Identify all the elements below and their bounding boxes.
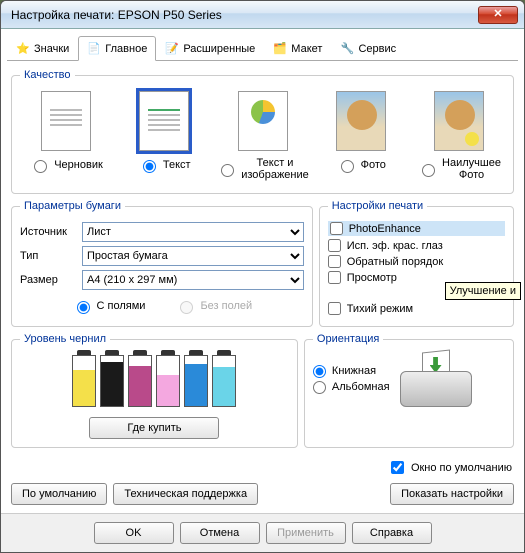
quality-text-image[interactable]: Текст и изображение	[223, 91, 303, 181]
portrait-label: Книжная	[332, 365, 376, 377]
margins-off-label: Без полей	[200, 300, 252, 312]
window-title: Настройка печати: EPSON P50 Series	[7, 8, 478, 22]
ink-yellow	[72, 355, 96, 407]
defaults-button[interactable]: По умолчанию	[11, 483, 107, 505]
default-window-checkbox[interactable]	[391, 461, 404, 474]
print-settings-legend: Настройки печати	[328, 200, 428, 212]
ink-legend: Уровень чернил	[20, 333, 110, 345]
gear-page-icon: 📝	[165, 42, 179, 56]
tab-label: Сервис	[358, 43, 396, 55]
tab-label: Значки	[34, 43, 69, 55]
quality-legend: Качество	[20, 69, 75, 81]
paper-group: Параметры бумаги Источник Лист Тип Прост…	[11, 200, 313, 327]
paper-legend: Параметры бумаги	[20, 200, 125, 212]
landscape-label: Альбомная	[332, 381, 390, 393]
ink-light-cyan	[212, 355, 236, 407]
print-settings-group: Настройки печати PhotoEnhance Исп. эф. к…	[319, 200, 514, 327]
ink-black	[100, 355, 124, 407]
wrench-icon: 🔧	[340, 42, 354, 56]
quality-label: Фото	[361, 159, 386, 171]
quality-text-image-radio[interactable]	[221, 164, 234, 177]
tab-label: Главное	[105, 43, 147, 55]
landscape-radio[interactable]	[313, 381, 326, 394]
portrait-radio[interactable]	[313, 365, 326, 378]
quiet-label: Тихий режим	[347, 303, 413, 315]
size-label: Размер	[20, 274, 76, 286]
quality-photo-radio[interactable]	[341, 160, 354, 173]
margins-on-radio[interactable]	[77, 301, 90, 314]
quality-draft-radio[interactable]	[34, 160, 47, 173]
reverse-checkbox[interactable]	[328, 255, 341, 268]
show-settings-button[interactable]: Показать настройки	[390, 483, 514, 505]
dialog-buttons: OK Отмена Применить Справка	[1, 513, 524, 552]
photo-thumb-icon	[336, 91, 386, 151]
support-button[interactable]: Техническая поддержка	[113, 483, 258, 505]
ink-light-magenta	[156, 355, 180, 407]
quality-label: Наилучшее Фото	[442, 157, 501, 181]
type-select[interactable]: Простая бумага	[82, 246, 304, 266]
size-select[interactable]: A4 (210 x 297 мм)	[82, 270, 304, 290]
preview-label: Просмотр	[347, 272, 397, 284]
photoenhance-label: PhotoEnhance	[349, 223, 421, 235]
tab-service[interactable]: 🔧 Сервис	[331, 36, 405, 61]
ink-cyan	[184, 355, 208, 407]
ink-magenta	[128, 355, 152, 407]
tab-label: Макет	[291, 43, 322, 55]
quiet-checkbox[interactable]	[328, 302, 341, 315]
tab-layout[interactable]: 🗂️ Макет	[264, 36, 331, 61]
quality-draft[interactable]: Черновик	[26, 91, 106, 173]
orientation-group: Ориентация Книжная Альбомная	[304, 333, 514, 448]
quality-best-photo-radio[interactable]	[422, 164, 435, 177]
orientation-legend: Ориентация	[313, 333, 383, 345]
quality-text-radio[interactable]	[143, 160, 156, 173]
tooltip: Улучшение и	[445, 282, 521, 300]
print-settings-window: Настройка печати: EPSON P50 Series ✕ ⭐ Зн…	[0, 0, 525, 553]
preview-checkbox[interactable]	[328, 271, 341, 284]
tab-content: Качество Черновик Текст Текст и изображе…	[1, 61, 524, 513]
tab-icons[interactable]: ⭐ Значки	[7, 36, 78, 61]
tab-main[interactable]: 📄 Главное	[78, 36, 156, 61]
star-icon: ⭐	[16, 42, 30, 56]
quality-group: Качество Черновик Текст Текст и изображе…	[11, 69, 514, 194]
quality-label: Текст и изображение	[241, 157, 309, 181]
source-label: Источник	[20, 226, 76, 238]
tab-advanced[interactable]: 📝 Расширенные	[156, 36, 264, 61]
ink-group: Уровень чернил Где купить	[11, 333, 298, 448]
source-select[interactable]: Лист	[82, 222, 304, 242]
tab-strip: ⭐ Значки 📄 Главное 📝 Расширенные 🗂️ Макет 🔧 С…	[7, 35, 518, 61]
reverse-label: Обратный порядок	[347, 256, 443, 268]
photoenhance-checkbox[interactable]	[330, 222, 343, 235]
help-button[interactable]: Справка	[352, 522, 432, 544]
ok-button[interactable]: OK	[94, 522, 174, 544]
margins-on-label: С полями	[97, 300, 146, 312]
default-window-label: Окно по умолчанию	[411, 462, 512, 474]
redeye-checkbox[interactable]	[328, 239, 341, 252]
redeye-label: Исп. эф. крас. глаз	[347, 240, 443, 252]
margins-off-radio	[180, 301, 193, 314]
cancel-button[interactable]: Отмена	[180, 522, 260, 544]
layout-icon: 🗂️	[273, 42, 287, 56]
quality-best-photo[interactable]: Наилучшее Фото	[419, 91, 499, 181]
close-button[interactable]: ✕	[478, 6, 518, 24]
best-photo-thumb-icon	[434, 91, 484, 151]
quality-label: Черновик	[54, 159, 103, 171]
titlebar[interactable]: Настройка печати: EPSON P50 Series ✕	[1, 1, 524, 29]
quality-label: Текст	[163, 159, 191, 171]
printer-icon	[400, 351, 472, 407]
tab-label: Расширенные	[183, 43, 255, 55]
quality-text[interactable]: Текст	[124, 91, 204, 173]
type-label: Тип	[20, 250, 76, 262]
page-icon: 📄	[87, 42, 101, 56]
buy-ink-button[interactable]: Где купить	[89, 417, 219, 439]
draft-thumb-icon	[41, 91, 91, 151]
apply-button[interactable]: Применить	[266, 522, 346, 544]
quality-photo[interactable]: Фото	[321, 91, 401, 173]
text-image-thumb-icon	[238, 91, 288, 151]
text-thumb-icon	[139, 91, 189, 151]
